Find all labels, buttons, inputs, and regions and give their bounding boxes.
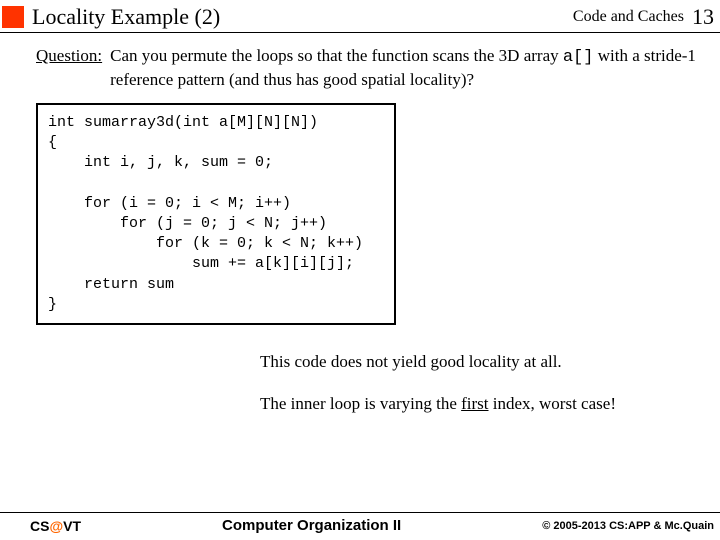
footer-right: © 2005-2013 CS:APP & Mc.Quain xyxy=(542,520,714,532)
footer-vt: VT xyxy=(63,518,81,534)
slide-footer: CS@VT Computer Organization II © 2005-20… xyxy=(0,512,720,536)
chapter-label: Code and Caches xyxy=(573,8,684,26)
header-divider xyxy=(0,32,720,33)
footer-at: @ xyxy=(49,518,63,534)
commentary-line2-before: The inner loop is varying the xyxy=(260,394,461,413)
inline-code: a[] xyxy=(563,48,594,67)
question-text: Can you permute the loops so that the fu… xyxy=(110,45,696,91)
question-text-before: Can you permute the loops so that the fu… xyxy=(110,46,563,65)
slide-number: 13 xyxy=(692,4,714,30)
footer-cs: CS xyxy=(30,518,49,534)
question-label: Question: xyxy=(36,45,110,91)
commentary-line-2: The inner loop is varying the first inde… xyxy=(260,393,720,415)
commentary: This code does not yield good locality a… xyxy=(260,351,720,415)
commentary-line-1: This code does not yield good locality a… xyxy=(260,351,720,373)
footer-center: Computer Organization II xyxy=(81,517,542,534)
accent-square-icon xyxy=(2,6,24,28)
slide-title: Locality Example (2) xyxy=(32,4,573,30)
code-box: int sumarray3d(int a[M][N][N]) { int i, … xyxy=(36,103,396,326)
footer-left: CS@VT xyxy=(30,518,81,534)
question-block: Question: Can you permute the loops so t… xyxy=(0,41,720,91)
slide-header: Locality Example (2) Code and Caches 13 xyxy=(0,0,720,32)
commentary-line2-after: index, worst case! xyxy=(489,394,616,413)
commentary-line2-underlined: first xyxy=(461,394,488,413)
